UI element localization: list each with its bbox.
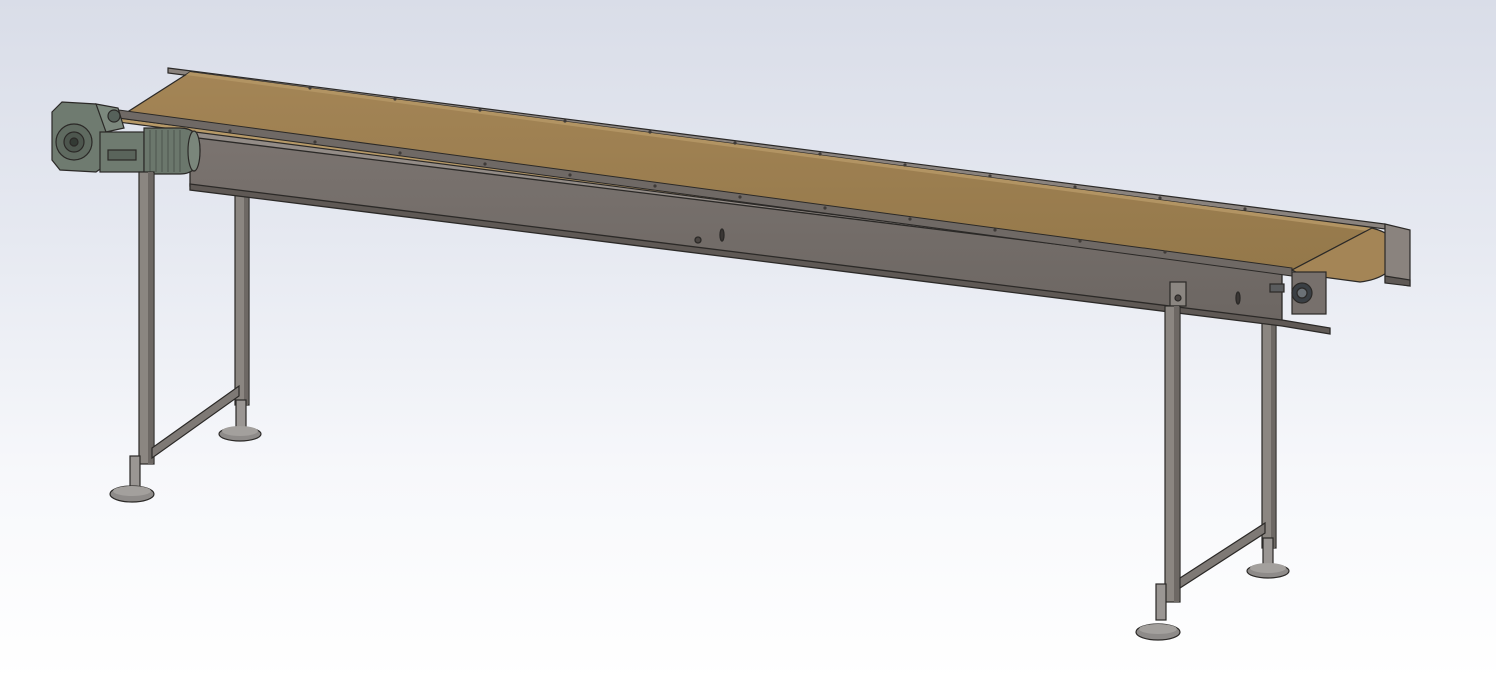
conveyor-model [51,67,1411,641]
cad-viewport[interactable] [0,0,1496,680]
support-leg-right-back [1261,317,1277,549]
drive-motor [99,127,201,175]
support-leg-left-back [234,182,250,406]
support-leg-right-front [1164,281,1266,603]
leveling-foot-right-back [1246,537,1290,579]
support-leg-left-front [138,171,240,465]
